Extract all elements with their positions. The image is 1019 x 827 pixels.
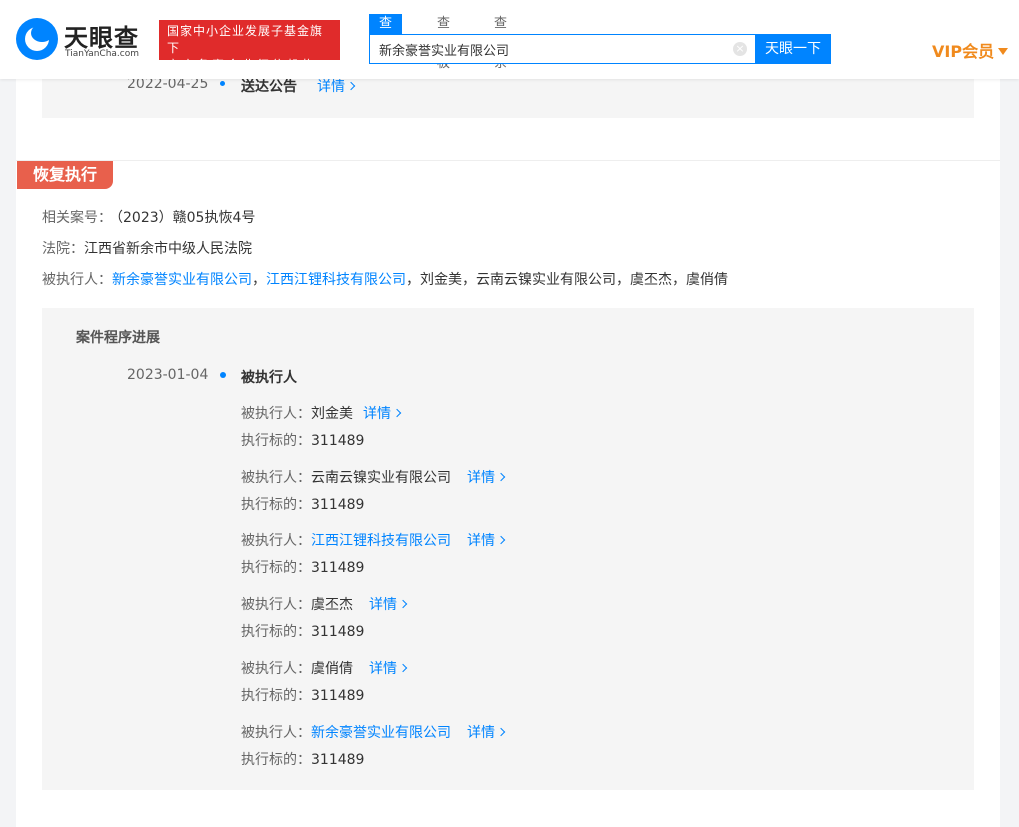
entry-label: 被执行人： — [241, 470, 311, 486]
progress-date: 2023-01-04 — [127, 367, 209, 383]
amount-value: 311489 — [311, 752, 365, 768]
detail-link[interactable]: 详情 — [467, 470, 506, 486]
chevron-right-icon — [496, 727, 506, 737]
chevron-right-icon — [346, 81, 356, 91]
separator: ， — [616, 272, 630, 288]
executed-label: 被执行人： — [42, 272, 112, 288]
court-row: 法院：江西省新余市中级人民法院 — [42, 238, 252, 258]
chevron-right-icon — [398, 599, 408, 609]
progress-entry: 被执行人：新余豪誉实业有限公司 详情 — [241, 722, 506, 742]
progress-entry: 被执行人：虞俏倩 详情 — [241, 658, 408, 678]
progress-amount: 执行标的：311489 — [241, 749, 364, 769]
chevron-right-icon — [392, 408, 402, 418]
separator: ， — [462, 272, 476, 288]
entry-name-link[interactable]: 江西江锂科技有限公司 — [311, 533, 451, 549]
amount-value: 311489 — [311, 688, 365, 704]
search-button[interactable]: 天眼一下 — [755, 34, 831, 64]
executed-link[interactable]: 新余豪誉实业有限公司 — [112, 272, 252, 288]
logo[interactable]: 天眼查 TianYanCha.com — [16, 18, 156, 62]
case-progress-panel: 案件程序进展 2023-01-04 被执行人 被执行人：刘金美 详情 执行标的：3… — [42, 308, 974, 790]
entry-label: 被执行人： — [241, 406, 311, 422]
top-header: 天眼查 TianYanCha.com 国家中小企业发展子基金旗下 官方备案企业征… — [0, 0, 1019, 79]
entry-name: 虞丕杰 — [311, 597, 353, 613]
entry-name: 云南云镍实业有限公司 — [311, 470, 451, 486]
progress-amount: 执行标的：311489 — [241, 430, 364, 450]
amount-value: 311489 — [311, 497, 365, 513]
badge-line: 国家中小企业发展子基金旗下 — [167, 24, 324, 55]
tab-boss[interactable]: 查老板 — [437, 14, 450, 71]
executed-name: 云南云镍实业有限公司 — [476, 272, 616, 288]
amount-label: 执行标的： — [241, 688, 311, 704]
clear-icon[interactable]: × — [733, 42, 747, 56]
court-value: 江西省新余市中级人民法院 — [84, 241, 252, 257]
detail-link[interactable]: 详情 — [467, 533, 506, 549]
amount-label: 执行标的： — [241, 624, 311, 640]
timeline-dot — [220, 372, 226, 378]
executed-row: 被执行人：新余豪誉实业有限公司，江西江锂科技有限公司，刘金美，云南云镍实业有限公… — [42, 269, 728, 289]
amount-value: 311489 — [311, 433, 365, 449]
logo-text: 天眼查 — [64, 24, 139, 52]
separator: ， — [252, 272, 266, 288]
amount-label: 执行标的： — [241, 497, 311, 513]
search-box: × — [369, 34, 756, 64]
entry-label: 被执行人： — [241, 661, 311, 677]
tab-relation[interactable]: 查关系 — [494, 14, 507, 71]
chevron-right-icon — [496, 535, 506, 545]
detail-link[interactable]: 详情 — [363, 406, 402, 422]
section-divider — [16, 160, 1000, 161]
chevron-right-icon — [496, 472, 506, 482]
case-number-label: 相关案号： — [42, 210, 112, 226]
chevron-right-icon — [398, 663, 408, 673]
progress-role: 被执行人 — [241, 370, 297, 386]
progress-panel-title: 案件程序进展 — [76, 330, 160, 346]
progress-entry: 被执行人：云南云镍实业有限公司 详情 — [241, 467, 506, 487]
entry-name: 刘金美 — [311, 406, 353, 422]
amount-label: 执行标的： — [241, 433, 311, 449]
timeline-dot — [220, 81, 225, 86]
separator: ， — [406, 272, 420, 288]
amount-label: 执行标的： — [241, 560, 311, 576]
case-number-value: （2023）赣05执恢4号 — [116, 210, 256, 226]
progress-amount: 执行标的：311489 — [241, 685, 364, 705]
vip-menu[interactable]: VIP会员 — [932, 38, 1009, 62]
entry-label: 被执行人： — [241, 597, 311, 613]
separator: ， — [672, 272, 686, 288]
amount-value: 311489 — [311, 624, 365, 640]
executed-name: 虞俏倩 — [686, 272, 728, 288]
section-tag: 恢复执行 — [17, 161, 114, 189]
executed-name: 虞丕杰 — [630, 272, 672, 288]
badge-line: 官方备案企业征信机构 — [167, 58, 318, 72]
progress-amount: 执行标的：311489 — [241, 621, 364, 641]
progress-amount: 执行标的：311489 — [241, 494, 364, 514]
logo-domain: TianYanCha.com — [65, 49, 140, 59]
executed-name: 刘金美 — [420, 272, 462, 288]
entry-name: 虞俏倩 — [311, 661, 353, 677]
tab-company[interactable]: 查公司 — [369, 14, 403, 71]
entry-name-link[interactable]: 新余豪誉实业有限公司 — [311, 725, 451, 741]
caret-down-icon — [998, 48, 1009, 55]
main-card: 2022-04-25 送达公告 详情 恢复执行 相关案号： （2023）赣05执恢… — [16, 0, 1000, 827]
amount-label: 执行标的： — [241, 752, 311, 768]
case-number-row: 相关案号： （2023）赣05执恢4号 — [42, 207, 255, 227]
official-badge: 国家中小企业发展子基金旗下 官方备案企业征信机构 — [159, 20, 340, 72]
amount-value: 311489 — [311, 560, 365, 576]
entry-label: 被执行人： — [241, 533, 311, 549]
progress-amount: 执行标的：311489 — [241, 557, 364, 577]
vip-label: VIP会员 — [932, 42, 995, 61]
progress-entry: 被执行人：刘金美 详情 — [241, 403, 402, 423]
search-input[interactable] — [370, 35, 710, 63]
progress-title: 送达公告 — [241, 79, 297, 95]
court-label: 法院： — [42, 241, 84, 257]
eye-logo-icon — [16, 18, 58, 60]
executed-link[interactable]: 江西江锂科技有限公司 — [266, 272, 406, 288]
detail-link[interactable]: 详情 — [369, 661, 408, 677]
progress-entry: 被执行人：江西江锂科技有限公司 详情 — [241, 530, 506, 550]
progress-entry: 被执行人：虞丕杰 详情 — [241, 594, 408, 614]
detail-link[interactable]: 详情 — [317, 76, 356, 96]
entry-label: 被执行人： — [241, 725, 311, 741]
detail-link[interactable]: 详情 — [467, 725, 506, 741]
detail-link[interactable]: 详情 — [369, 597, 408, 613]
